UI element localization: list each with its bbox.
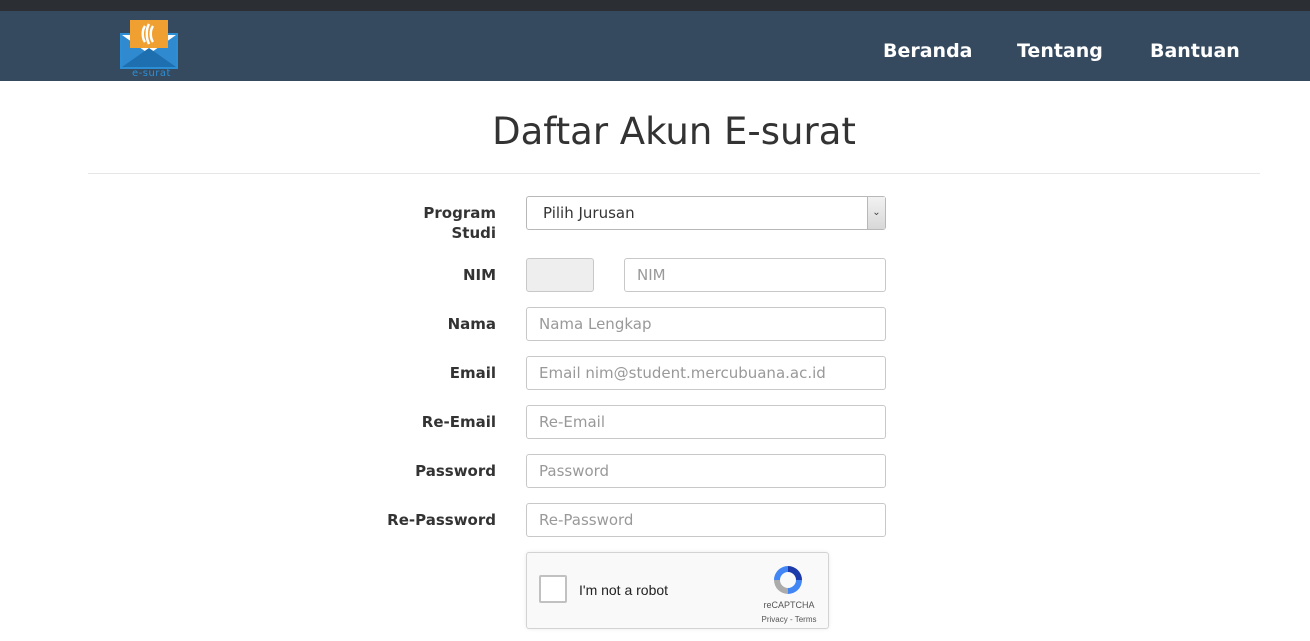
recaptcha-checkbox[interactable] xyxy=(539,575,567,603)
program-studi-label: Program Studi xyxy=(296,203,496,243)
program-studi-select[interactable]: Pilih Jurusan ⌄ xyxy=(526,196,886,230)
divider xyxy=(88,173,1260,174)
nav-tentang[interactable]: Tentang xyxy=(1017,40,1103,62)
re-email-label: Re-Email xyxy=(421,413,496,431)
nama-input[interactable]: Nama Lengkap xyxy=(526,307,886,341)
nav-bantuan[interactable]: Bantuan xyxy=(1150,40,1240,62)
recaptcha-terms-link[interactable]: Privacy - Terms xyxy=(749,615,829,624)
nim-input[interactable]: NIM xyxy=(624,258,886,292)
password-input[interactable]: Password xyxy=(526,454,886,488)
program-studi-label-line1: Program xyxy=(423,204,496,222)
navbar: e-surat Beranda Tentang Bantuan xyxy=(0,11,1310,81)
envelope-logo-icon xyxy=(120,20,178,69)
page-title: Daftar Akun E-surat xyxy=(492,110,856,153)
program-studi-selected-value: Pilih Jurusan xyxy=(543,204,635,222)
nim-prefix-field xyxy=(526,258,594,292)
e-surat-logo[interactable]: e-surat xyxy=(118,18,180,82)
nama-label: Nama xyxy=(447,315,496,333)
password-label: Password xyxy=(415,462,496,480)
nim-label: NIM xyxy=(462,266,496,284)
re-password-label: Re-Password xyxy=(387,511,496,529)
email-input[interactable]: Email nim@student.mercubuana.ac.id xyxy=(526,356,886,390)
browser-top-strip xyxy=(0,0,1310,11)
re-email-input[interactable]: Re-Email xyxy=(526,405,886,439)
recaptcha-logo-icon xyxy=(774,566,802,594)
re-password-input[interactable]: Re-Password xyxy=(526,503,886,537)
nav-beranda[interactable]: Beranda xyxy=(883,40,973,62)
chevron-down-icon[interactable]: ⌄ xyxy=(867,197,885,229)
recaptcha-label: I'm not a robot xyxy=(579,582,669,598)
email-label: Email xyxy=(449,364,496,382)
recaptcha-widget: I'm not a robot reCAPTCHA Privacy - Term… xyxy=(526,552,829,629)
recaptcha-brand: reCAPTCHA xyxy=(763,600,815,610)
logo-text: e-surat xyxy=(132,68,171,79)
program-studi-label-line2: Studi xyxy=(451,224,496,242)
